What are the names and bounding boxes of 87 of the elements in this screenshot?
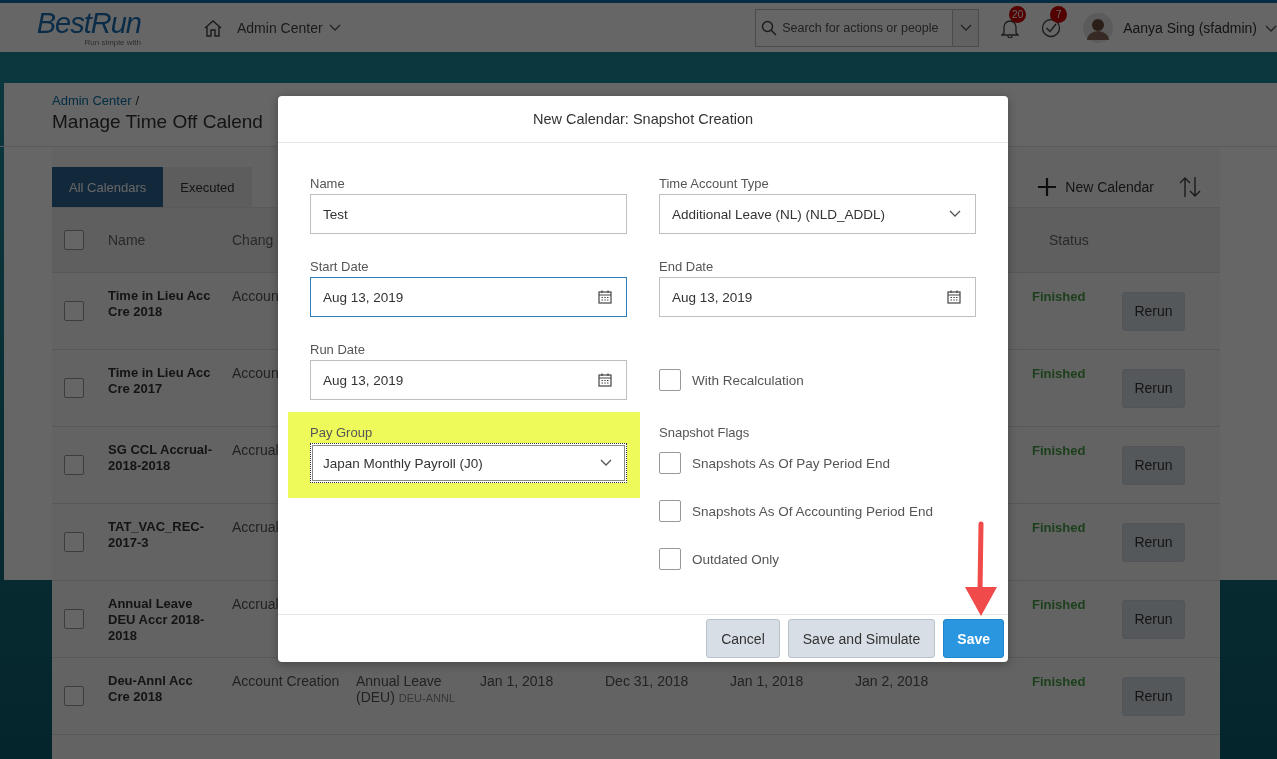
- status-text: Finished: [1032, 289, 1086, 304]
- dialog-button[interactable]: Save and Simulate: [787, 619, 936, 658]
- checkbox[interactable]: [659, 369, 681, 391]
- status-text: Finished: [1032, 443, 1086, 458]
- checkbox-label: Snapshots As Of Accounting Period End: [692, 503, 933, 519]
- checkbox-label: Outdated Only: [692, 551, 780, 567]
- rerun-button[interactable]: Rerun: [1122, 368, 1185, 408]
- field-label: End Date: [659, 259, 714, 274]
- dialog-button[interactable]: Cancel: [706, 619, 780, 658]
- calendar-name: TAT_VAC_REC-2017-3: [108, 519, 206, 551]
- checkbox[interactable]: [659, 500, 681, 522]
- field-label: Time Account Type: [659, 176, 769, 191]
- status-text: Finished: [1032, 520, 1086, 535]
- field-label: Pay Group: [310, 425, 373, 440]
- task-badge: 7: [1050, 5, 1068, 23]
- row-checkbox[interactable]: [64, 301, 84, 321]
- select-all-checkbox[interactable]: [64, 230, 84, 250]
- calendar-name: Time in Lieu Acc Cre 2017: [108, 365, 212, 397]
- dropdown-button[interactable]: [952, 9, 979, 46]
- calendar-name: Time in Lieu Acc Cre 2018: [108, 288, 212, 320]
- rerun-button[interactable]: Rerun: [1122, 599, 1185, 639]
- chevron-down-icon: [1265, 24, 1277, 33]
- dialog-title: New Calendar: Snapshot Creation: [278, 96, 1008, 143]
- table-cell: Accrual: [232, 442, 279, 458]
- calendar-icon[interactable]: [598, 290, 612, 304]
- row-checkbox[interactable]: [64, 378, 84, 398]
- user-menu[interactable]: Aanya Sing (sfadmin): [1123, 19, 1257, 36]
- row-checkbox[interactable]: [64, 609, 84, 629]
- avatar[interactable]: [1083, 12, 1114, 43]
- table-cell: Accoun: [232, 288, 279, 304]
- checkbox-label: Snapshots As Of Pay Period End: [692, 455, 891, 471]
- rerun-button[interactable]: Rerun: [1122, 676, 1185, 716]
- field-label: Run Date: [310, 342, 365, 357]
- chevron-down-icon: [328, 23, 341, 32]
- date-field[interactable]: Aug 13, 2019: [310, 360, 627, 400]
- row-checkbox[interactable]: [64, 532, 84, 552]
- table-cell: Accrual: [232, 519, 279, 535]
- row-checkbox[interactable]: [64, 686, 84, 706]
- rerun-button[interactable]: Rerun: [1122, 445, 1185, 485]
- table-cell: Dec 31, 2018: [605, 673, 689, 689]
- filter-tab[interactable]: Executed: [163, 167, 252, 207]
- calendar-icon[interactable]: [598, 373, 612, 387]
- chevron-down-icon: [959, 23, 972, 32]
- page-title: Manage Time Off Calend: [52, 111, 263, 133]
- calendar-icon[interactable]: [947, 290, 961, 304]
- company-logo[interactable]: BestRun: [36, 8, 141, 38]
- checkbox[interactable]: [659, 548, 681, 570]
- rerun-button[interactable]: Rerun: [1122, 522, 1185, 562]
- new-calendar-button[interactable]: New Calendar: [1065, 179, 1154, 195]
- date-field[interactable]: Aug 13, 2019: [310, 277, 627, 317]
- search-icon: [761, 19, 778, 36]
- nav-menu[interactable]: Admin Center: [237, 19, 341, 36]
- select-field[interactable]: Additional Leave (NL) (NLD_ADDL): [659, 194, 976, 234]
- plus-icon[interactable]: [1038, 178, 1057, 196]
- bell-icon[interactable]: [1001, 17, 1020, 38]
- breadcrumb-separator: /: [135, 93, 140, 108]
- filter-tab[interactable]: All Calendars: [52, 167, 164, 207]
- status-text: Finished: [1032, 366, 1086, 381]
- table-cell: Jan 2, 2018: [855, 673, 929, 689]
- home-icon[interactable]: [203, 18, 223, 37]
- calendar-name: SG CCL Accrual-2018-2018: [108, 442, 214, 474]
- calendar-name: Deu-Annl Acc Cre 2018: [108, 673, 194, 705]
- select-field[interactable]: Japan Monthly Payroll (J0): [310, 443, 627, 483]
- status-text: Finished: [1032, 597, 1086, 612]
- input-field[interactable]: Test: [310, 194, 627, 234]
- table-cell: Jan 1, 2018: [730, 673, 804, 689]
- calendar-name: Annual Leave DEU Accr 2018-2018: [108, 596, 206, 644]
- table-cell: Account Creation: [232, 673, 340, 689]
- checkbox-label: With Recalculation: [692, 372, 804, 388]
- breadcrumb-link[interactable]: Admin Center: [52, 93, 132, 108]
- chevron-down-icon: [600, 459, 612, 467]
- table-cell: Jan 1, 2018: [480, 673, 554, 689]
- checkbox[interactable]: [659, 452, 681, 474]
- rerun-button[interactable]: Rerun: [1122, 291, 1185, 331]
- field-label: Name: [310, 176, 345, 191]
- group-label: Snapshot Flags: [659, 425, 750, 440]
- sort-icon[interactable]: [1178, 176, 1202, 198]
- row-checkbox[interactable]: [64, 455, 84, 475]
- save-button[interactable]: Save: [943, 619, 1004, 658]
- checkmark-circle-icon[interactable]: [1041, 17, 1062, 38]
- notification-badge: 20: [1009, 5, 1027, 23]
- chevron-down-icon: [949, 210, 961, 218]
- status-text: Finished: [1032, 674, 1086, 689]
- date-field[interactable]: Aug 13, 2019: [659, 277, 976, 317]
- field-label: Start Date: [310, 259, 369, 274]
- table-cell: Accoun: [232, 365, 279, 381]
- table-cell: Accrual: [232, 596, 279, 612]
